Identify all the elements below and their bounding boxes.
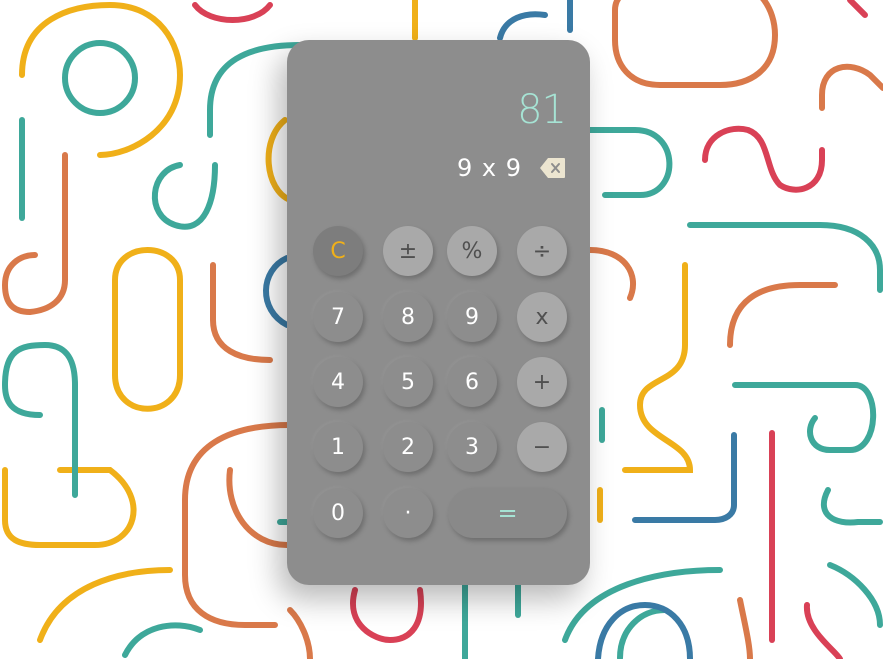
digit-2-button[interactable]: 2 — [383, 422, 433, 472]
equals-button[interactable]: = — [448, 488, 567, 538]
expression-display: 9 x 9 — [457, 154, 522, 182]
decimal-button[interactable]: · — [383, 488, 433, 538]
multiply-button[interactable]: x — [517, 292, 567, 342]
page: 81 9 x 9 C ± % ÷ 7 8 9 x 4 5 6 + 1 2 3 −… — [0, 0, 883, 659]
add-button[interactable]: + — [517, 357, 567, 407]
divide-button[interactable]: ÷ — [517, 226, 567, 276]
calculator: 81 9 x 9 C ± % ÷ 7 8 9 x 4 5 6 + 1 2 3 −… — [287, 40, 590, 585]
clear-button[interactable]: C — [313, 226, 363, 276]
sign-toggle-button[interactable]: ± — [383, 226, 433, 276]
digit-5-button[interactable]: 5 — [383, 357, 433, 407]
digit-1-button[interactable]: 1 — [313, 422, 363, 472]
digit-7-button[interactable]: 7 — [313, 292, 363, 342]
percent-button[interactable]: % — [447, 226, 497, 276]
backspace-button[interactable] — [539, 157, 566, 179]
digit-3-button[interactable]: 3 — [447, 422, 497, 472]
digit-0-button[interactable]: 0 — [313, 488, 363, 538]
result-display: 81 — [517, 87, 567, 133]
digit-4-button[interactable]: 4 — [313, 357, 363, 407]
backspace-icon — [540, 158, 565, 178]
digit-6-button[interactable]: 6 — [447, 357, 497, 407]
digit-8-button[interactable]: 8 — [383, 292, 433, 342]
digit-9-button[interactable]: 9 — [447, 292, 497, 342]
subtract-button[interactable]: − — [517, 422, 567, 472]
